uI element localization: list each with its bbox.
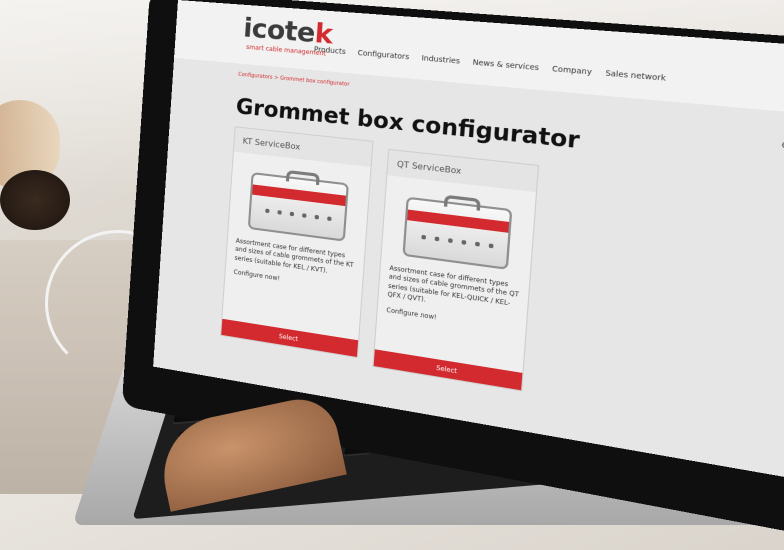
select-button[interactable]: Select xyxy=(373,349,523,391)
case-grommets xyxy=(260,203,335,230)
case-handle xyxy=(443,194,481,211)
nav-item-sales-network[interactable]: Sales network xyxy=(605,69,666,83)
breadcrumb[interactable]: Configurators > Grommet box configurator xyxy=(238,72,350,88)
main-navigation: Products Configurators Industries News &… xyxy=(314,45,678,84)
nav-item-company[interactable]: Company xyxy=(552,65,592,77)
nav-item-industries[interactable]: Industries xyxy=(421,54,460,66)
product-card-kt-servicebox: KT ServiceBox Assortment case for differ… xyxy=(220,126,374,359)
case-handle xyxy=(285,169,320,186)
case-label xyxy=(407,209,510,233)
select-button[interactable]: Select xyxy=(221,318,359,357)
product-card-qt-servicebox: QT ServiceBox Assortment case for differ… xyxy=(372,148,540,392)
card-title: KT ServiceBox xyxy=(233,127,373,167)
case-grommets xyxy=(416,229,497,258)
nav-item-news-services[interactable]: News & services xyxy=(472,58,539,72)
desk-lamp-base xyxy=(0,170,70,230)
nav-item-configurators[interactable]: Configurators xyxy=(357,49,409,62)
card-title: QT ServiceBox xyxy=(387,149,538,193)
case-label xyxy=(252,184,346,207)
